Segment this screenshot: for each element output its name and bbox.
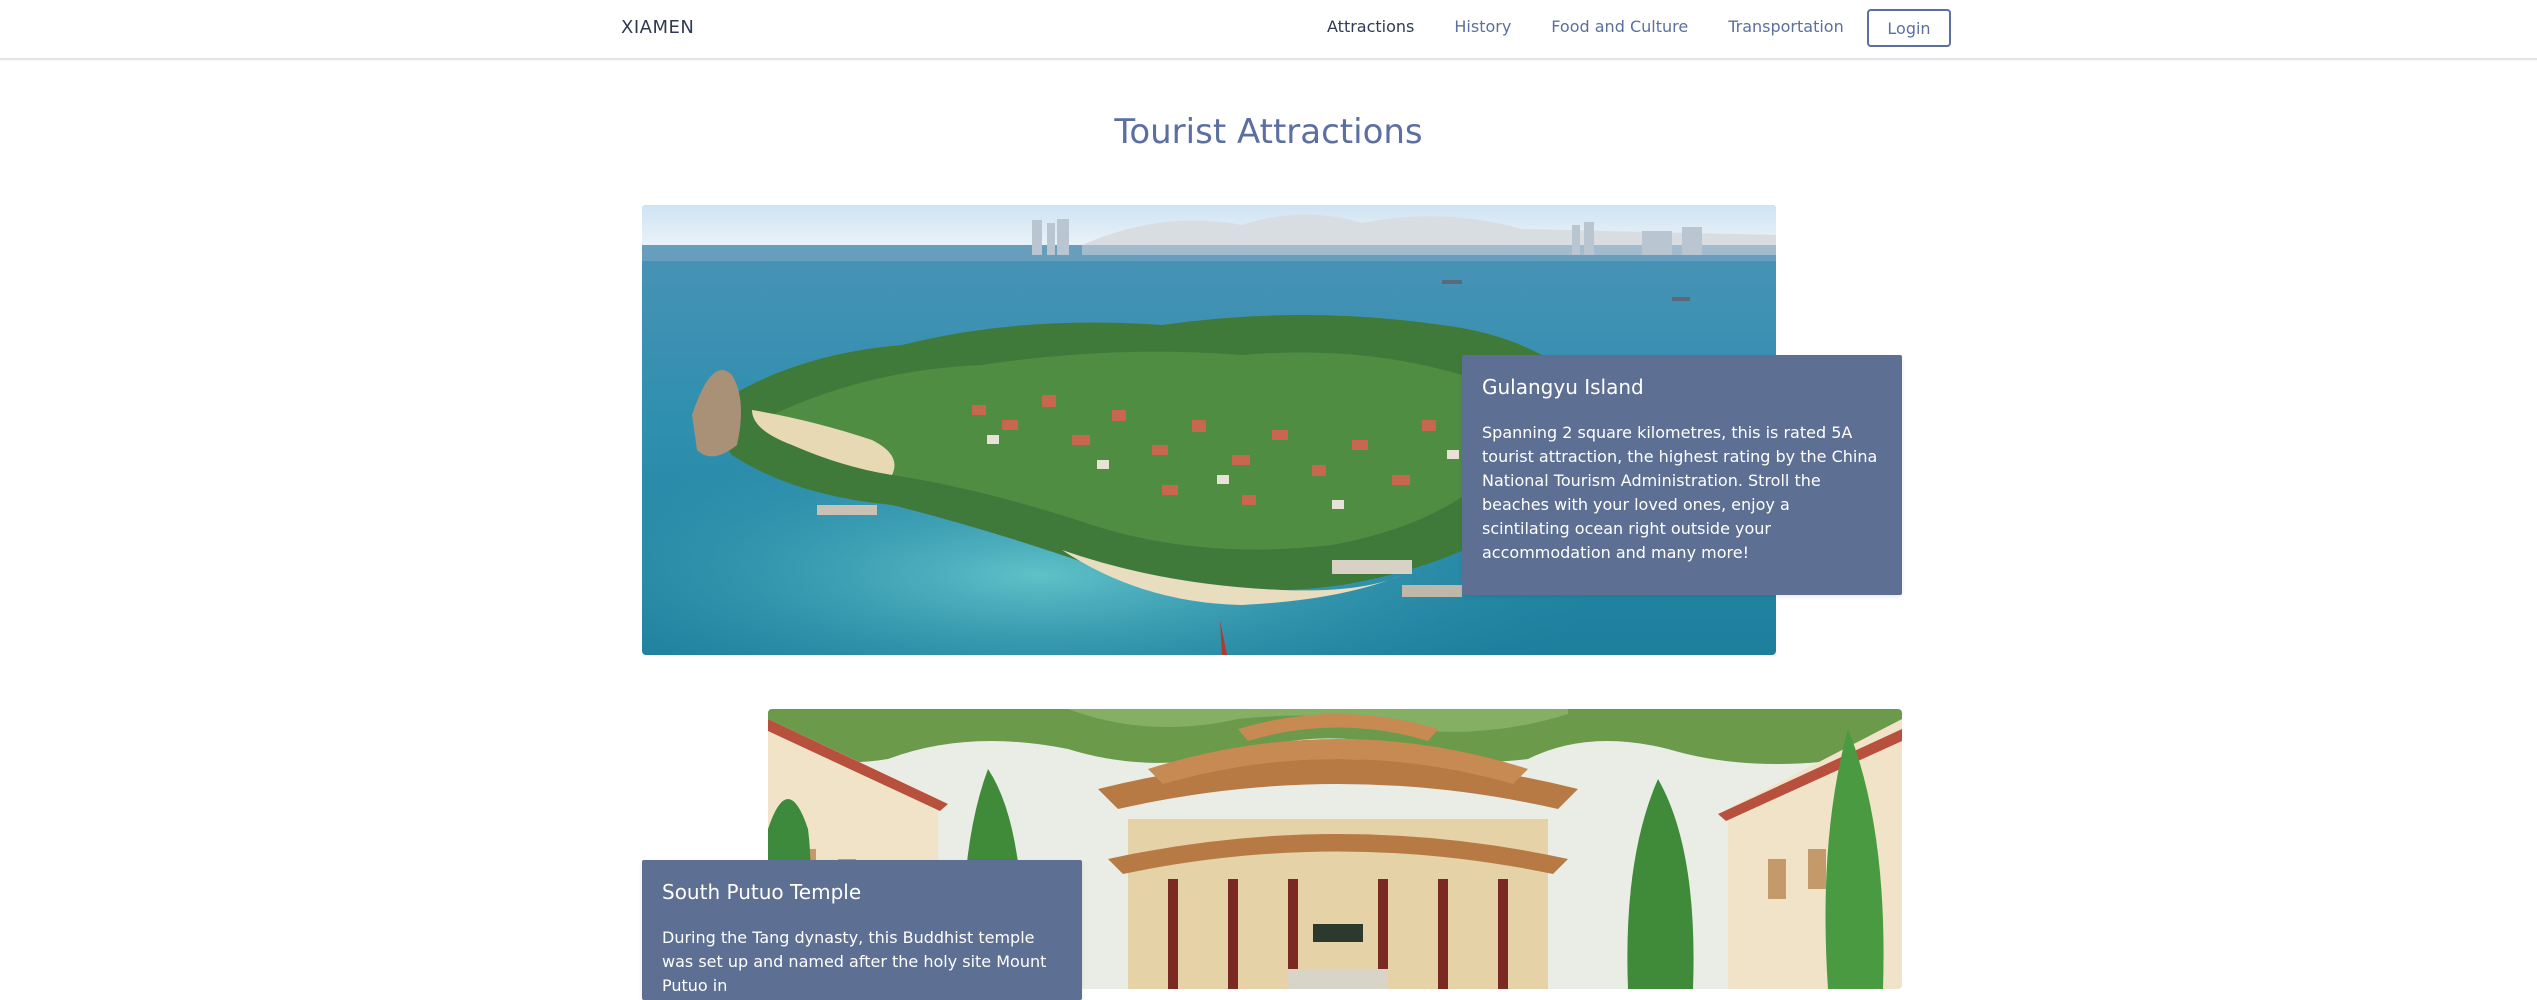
brand-logo[interactable]: XIAMEN: [621, 17, 694, 38]
nav-item-transportation[interactable]: Transportation: [1728, 17, 1844, 36]
login-button[interactable]: Login: [1867, 9, 1951, 47]
nav-item-history[interactable]: History: [1454, 17, 1511, 36]
page-title: Tourist Attractions: [1114, 112, 1423, 152]
top-navbar: XIAMEN Attractions History Food and Cult…: [0, 0, 2537, 60]
nav-item-attractions[interactable]: Attractions: [1327, 17, 1414, 36]
nav-links: Attractions History Food and Culture Tra…: [1327, 17, 1844, 36]
attraction-description: Spanning 2 square kilometres, this is ra…: [1482, 423, 1878, 562]
attraction-title: South Putuo Temple: [662, 880, 862, 904]
gulangyu-island-card: Gulangyu Island Spanning 2 square kilome…: [1462, 355, 1902, 595]
south-putuo-temple-card: South Putuo Temple During the Tang dynas…: [642, 860, 1082, 1000]
attraction-description: During the Tang dynasty, this Buddhist t…: [662, 928, 1047, 995]
attraction-title: Gulangyu Island: [1482, 375, 1644, 399]
nav-item-food-and-culture[interactable]: Food and Culture: [1551, 17, 1688, 36]
